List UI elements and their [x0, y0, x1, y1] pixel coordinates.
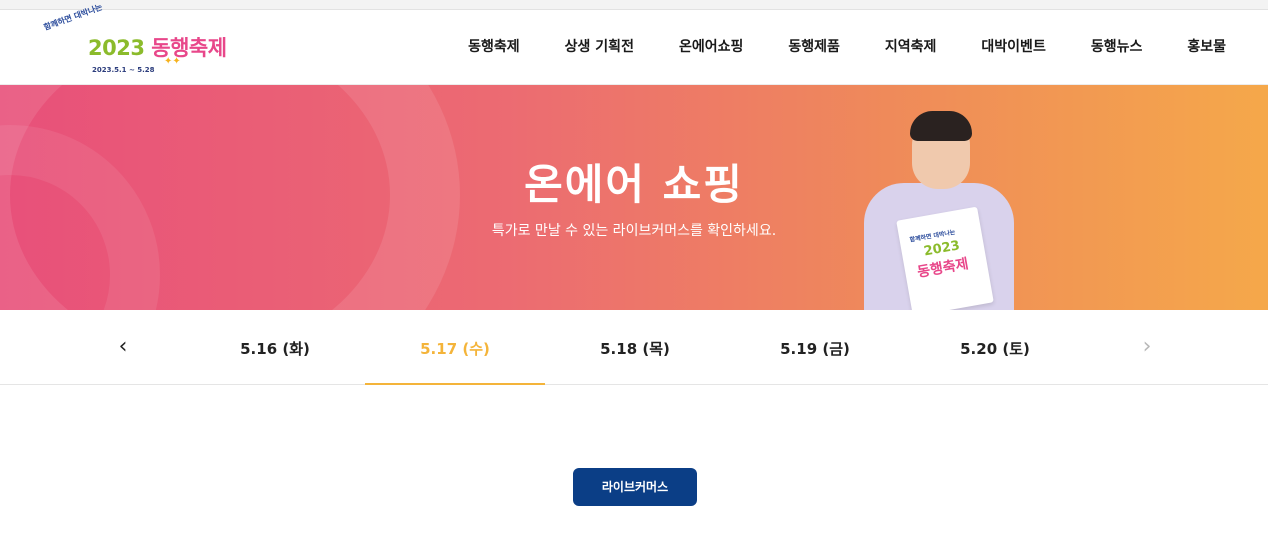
logo-title: 2023 동행축제 — [88, 32, 227, 62]
festival-logo[interactable]: 함께하면 대박나는 2023 동행축제 ✦✦ 2023.5.1 ~ 5.28 — [40, 3, 227, 80]
date-tab-bar: ‹ 5.16 (화) 5.17 (수) 5.18 (목) 5.19 (금) 5.… — [0, 310, 1268, 385]
main-nav: 동행축제 상생 기획전 온에어쇼핑 동행제품 지역축제 대박이벤트 동행뉴스 홍… — [423, 36, 1226, 56]
date-tab[interactable]: 5.16 (화) — [185, 338, 365, 359]
nav-item-promo-materials[interactable]: 홍보물 — [1187, 36, 1226, 56]
chevron-right-icon[interactable]: › — [1137, 336, 1157, 358]
date-tab[interactable]: 5.20 (토) — [905, 338, 1085, 359]
hero-banner: 온에어 쇼핑 특가로 만날 수 있는 라이브커머스를 확인하세요. 함께하면 대… — [0, 85, 1268, 310]
nav-item-local-festival[interactable]: 지역축제 — [885, 36, 937, 56]
nav-item-promotion[interactable]: 상생 기획전 — [565, 36, 634, 56]
active-tab-indicator — [365, 383, 545, 385]
nav-item-festival[interactable]: 동행축제 — [468, 36, 520, 56]
nav-item-products[interactable]: 동행제품 — [788, 36, 840, 56]
nav-item-events[interactable]: 대박이벤트 — [981, 36, 1045, 56]
logo-year: 2023 — [88, 36, 145, 60]
logo-dates: 2023.5.1 ~ 5.28 — [92, 66, 155, 74]
chevron-left-icon[interactable]: ‹ — [113, 336, 133, 358]
banner-subtitle: 특가로 만날 수 있는 라이브커머스를 확인하세요. — [491, 223, 777, 239]
sparkle-icon: ✦✦ — [164, 56, 181, 67]
live-commerce-button[interactable]: 라이브커머스 — [573, 468, 697, 506]
date-tab[interactable]: 5.18 (목) — [545, 338, 725, 359]
nav-item-news[interactable]: 동행뉴스 — [1091, 36, 1143, 56]
logo-festival-name: 동행축제 — [151, 36, 227, 60]
bag-festival-name: 동행축제 — [916, 256, 970, 281]
browser-top-strip — [0, 0, 1268, 10]
shopping-bag: 함께하면 대박나는 2023 동행축제 — [896, 206, 994, 310]
site-header: 함께하면 대박나는 2023 동행축제 ✦✦ 2023.5.1 ~ 5.28 동… — [0, 3, 1268, 85]
nav-item-onair-shopping[interactable]: 온에어쇼핑 — [679, 36, 743, 56]
model-hair — [910, 111, 972, 141]
banner-title: 온에어 쇼핑 — [524, 160, 744, 209]
date-tab[interactable]: 5.19 (금) — [725, 338, 905, 359]
date-tab-active[interactable]: 5.17 (수) — [365, 338, 545, 359]
model-with-bag-image: 함께하면 대박나는 2023 동행축제 — [860, 109, 1030, 310]
